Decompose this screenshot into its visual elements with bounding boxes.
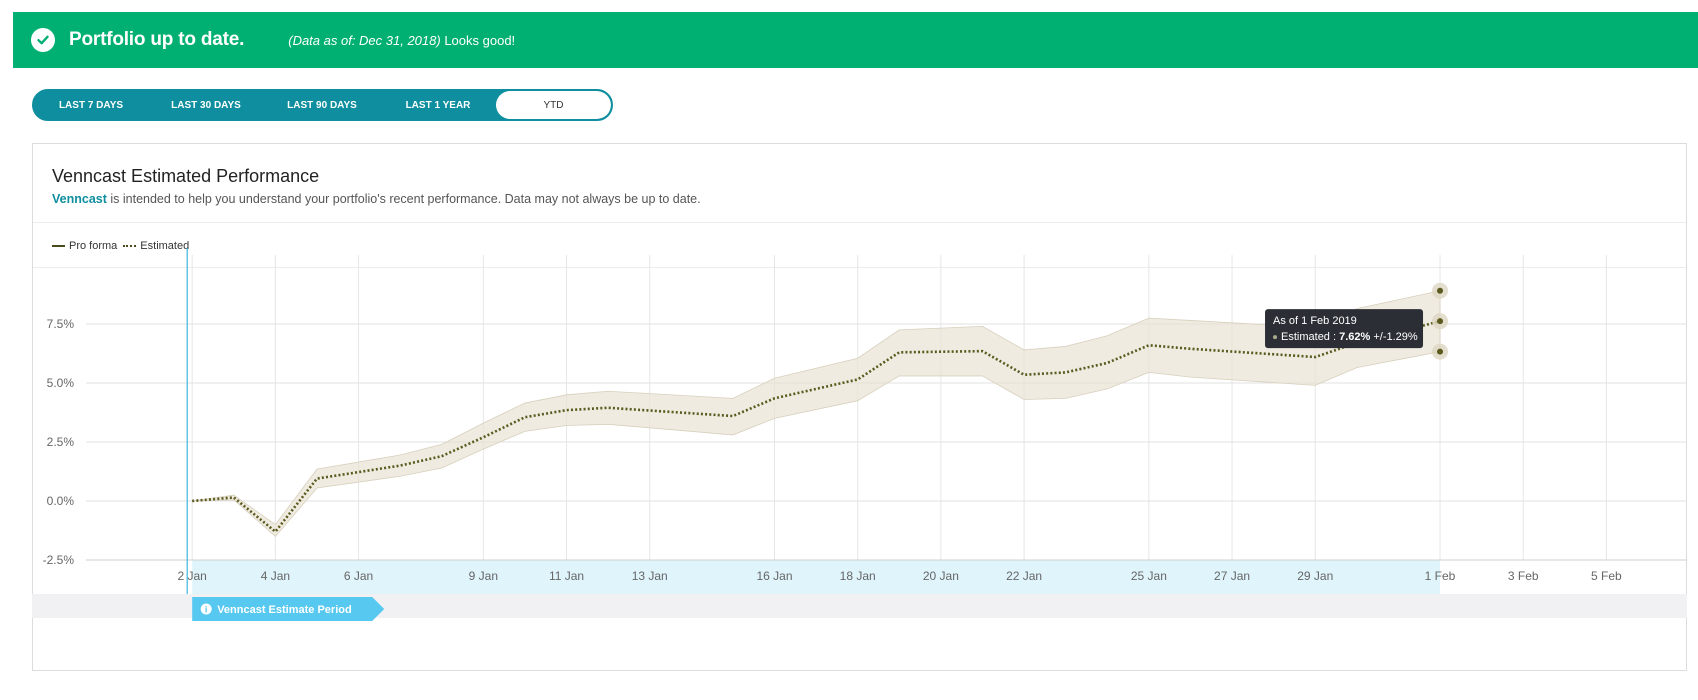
data-as-of-date: (Data as of: Dec 31, 2018)	[288, 32, 441, 48]
y-tick-label: 7.5%	[47, 317, 75, 331]
card-title: Venncast Estimated Performance	[52, 166, 320, 186]
x-tick-label: 3 Feb	[1508, 569, 1539, 583]
x-tick-label: 29 Jan	[1297, 569, 1333, 583]
x-tick-label: 9 Jan	[469, 569, 498, 583]
performance-chart[interactable]: -2.5% 0.0% 2.5% 5.0% 7.5% 2 Jan 4 Jan 6 Jan 9 Ja…	[32, 248, 1687, 665]
status-banner: Portfolio up to date. (Data as of: Dec 3…	[13, 12, 1698, 68]
y-tick-label: -2.5%	[43, 553, 75, 567]
estimate-marker[interactable]	[1437, 318, 1444, 325]
y-tick-label: 5.0%	[47, 376, 75, 390]
x-tick-label: 27 Jan	[1214, 569, 1250, 583]
divider	[33, 222, 1686, 223]
x-tick-label: 2 Jan	[178, 569, 207, 583]
banner-note: (Data as of: Dec 31, 2018) Looks good!	[288, 33, 515, 48]
x-tick-label: 25 Jan	[1131, 569, 1167, 583]
x-tick-label: 22 Jan	[1006, 569, 1042, 583]
tooltip-title: As of 1 Feb 2019	[1273, 315, 1357, 327]
legend-item-pro-forma[interactable]: Pro forma	[52, 240, 117, 252]
estimated-series-line	[192, 319, 1441, 534]
legend-label: Pro forma	[69, 240, 118, 252]
check-circle-icon	[31, 28, 55, 52]
x-tick-label: 6 Jan	[344, 569, 373, 583]
tooltip-series-dot	[1273, 335, 1278, 340]
info-icon-glyph: i	[205, 605, 208, 615]
x-tick-label: 18 Jan	[840, 569, 876, 583]
card-subtitle: Venncast is intended to help you underst…	[52, 192, 701, 206]
banner-status-text: Looks good!	[440, 32, 516, 48]
x-tick-label: 11 Jan	[549, 569, 584, 583]
x-tick-label: 5 Feb	[1591, 569, 1622, 583]
x-tick-label: 4 Jan	[261, 569, 290, 583]
legend-item-estimated[interactable]: Estimated	[123, 240, 189, 252]
venncast-link[interactable]: Venncast	[52, 192, 107, 206]
tab-last-1-year[interactable]: LAST 1 YEAR	[380, 91, 496, 119]
period-badge-label: Venncast Estimate Period	[217, 604, 352, 616]
y-tick-label: 2.5%	[47, 435, 75, 449]
x-tick-label: 13 Jan	[632, 569, 668, 583]
legend-swatch-pro-forma	[52, 245, 65, 247]
tooltip-value: Estimated : 7.62% +/-1.29%	[1281, 331, 1418, 343]
x-tick-label: 20 Jan	[923, 569, 959, 583]
banner-title: Portfolio up to date.	[69, 29, 245, 50]
date-range-selector: LAST 7 DAYS LAST 30 DAYS LAST 90 DAYS LA…	[32, 89, 613, 121]
tab-last-90-days[interactable]: LAST 90 DAYS	[264, 91, 380, 119]
tab-last-7-days[interactable]: LAST 7 DAYS	[34, 91, 148, 119]
legend-swatch-estimated	[123, 245, 137, 247]
chart-legend: Pro forma Estimated	[52, 240, 195, 252]
tab-ytd[interactable]: YTD	[496, 91, 611, 119]
estimate-period-band	[192, 560, 1441, 594]
y-tick-label: 0.0%	[47, 494, 75, 508]
upper-bound-marker[interactable]	[1437, 287, 1444, 294]
confidence-band	[192, 290, 1441, 537]
lower-bound-marker[interactable]	[1437, 348, 1444, 355]
legend-label: Estimated	[140, 240, 190, 252]
subtitle-text: is intended to help you understand your …	[106, 192, 701, 206]
tab-last-30-days[interactable]: LAST 30 DAYS	[148, 91, 264, 119]
x-tick-label: 1 Feb	[1425, 569, 1456, 583]
x-tick-label: 16 Jan	[756, 569, 792, 583]
